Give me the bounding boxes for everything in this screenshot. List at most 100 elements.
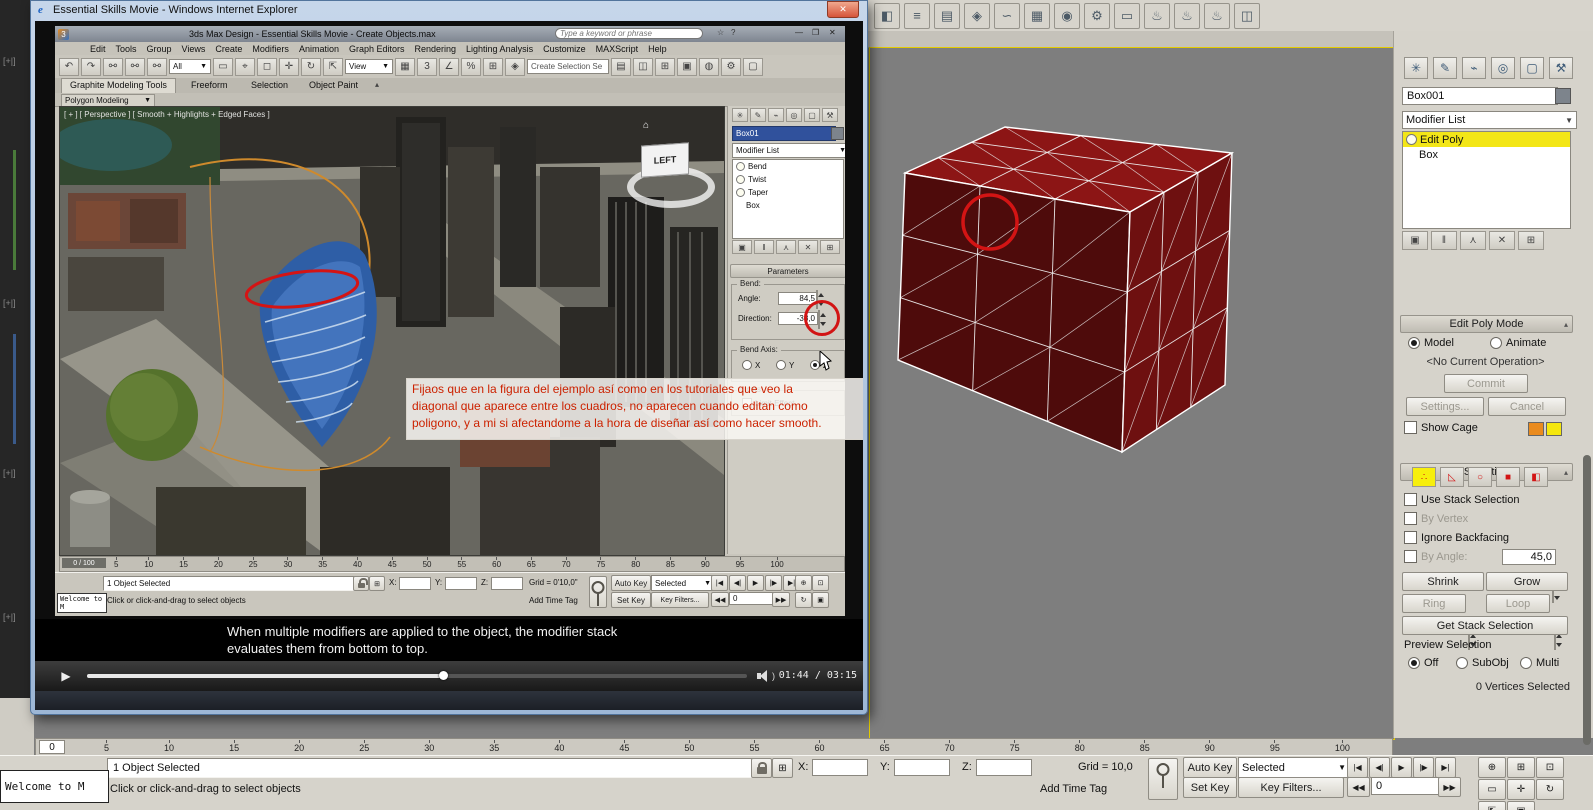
toolbar-icon[interactable]: ▤ <box>611 57 631 76</box>
border-subobject-icon[interactable]: ○ <box>1468 467 1492 487</box>
selection-lock-button[interactable] <box>353 576 369 591</box>
ignore-backfacing-checkbox[interactable]: Ignore Backfacing <box>1404 531 1509 544</box>
toolbar-icon[interactable]: ⚙ <box>1084 2 1110 29</box>
toolbar-icon[interactable]: ▦ <box>395 57 415 76</box>
toolbar-icon[interactable]: ✛ <box>279 57 299 76</box>
tab-freeform[interactable]: Freeform <box>183 80 236 90</box>
toolbar-icon[interactable]: ∠ <box>439 57 459 76</box>
current-frame-field[interactable]: 0 <box>1371 777 1445 795</box>
volume-icon[interactable] <box>757 669 772 683</box>
modifier-stack[interactable]: Edit Poly Box <box>1402 131 1571 229</box>
viewport[interactable] <box>869 47 1395 740</box>
named-selection-set-field[interactable]: Create Selection Se <box>527 59 609 74</box>
playback-button[interactable]: ▶ <box>747 575 764 591</box>
video-frame[interactable]: 3 3ds Max Design - Essential Skills Movi… <box>55 26 845 616</box>
command-panel-tab-icon[interactable]: ▢ <box>804 108 820 122</box>
toolbar-icon[interactable]: ⊞ <box>483 57 503 76</box>
play-button[interactable]: ▶ <box>55 665 77 687</box>
model-radio[interactable]: Model <box>1408 337 1454 349</box>
modifier-stack-item-editpoly[interactable]: Edit Poly <box>1403 132 1570 147</box>
stack-tool-icon[interactable]: ✕ <box>798 240 818 254</box>
viewport-nav-icon[interactable]: ✛ <box>1507 779 1535 800</box>
toolbar-icon[interactable]: ▤ <box>934 2 960 29</box>
command-panel-tab-icon[interactable]: ✳ <box>732 108 748 122</box>
viewport-nav-icon[interactable]: ⊡ <box>1536 757 1564 778</box>
element-subobject-icon[interactable]: ◧ <box>1524 467 1548 487</box>
set-key-button[interactable]: Set Key <box>611 592 651 608</box>
help-icon[interactable]: ? <box>731 28 735 37</box>
modifier-stack-item[interactable]: Bend <box>733 160 843 173</box>
toolbar-icon[interactable]: ◍ <box>699 57 719 76</box>
bulb-icon[interactable] <box>1406 134 1417 145</box>
next-key-button[interactable]: ▶▶ <box>772 592 790 607</box>
preview-subobj-radio[interactable]: SubObj <box>1456 657 1509 669</box>
auto-key-button[interactable]: Auto Key <box>611 575 651 591</box>
tab-graphite-modeling-tools[interactable]: Graphite Modeling Tools <box>61 78 176 94</box>
shrink-button[interactable]: Shrink <box>1402 572 1484 591</box>
minimize-button[interactable]: — <box>795 28 803 37</box>
viewport-nav-icon[interactable]: ▣ <box>1507 801 1535 810</box>
command-panel-tab-icon[interactable]: ⌁ <box>768 108 784 122</box>
rollout-parameters[interactable]: Parameters <box>730 264 845 278</box>
dock-item[interactable]: [+|] <box>3 56 16 66</box>
show-cage-checkbox[interactable]: Show Cage <box>1404 421 1478 434</box>
modifier-stack[interactable]: Bend Twist Taper Box <box>732 159 844 239</box>
close-button[interactable]: ✕ <box>829 28 836 37</box>
object-color-swatch[interactable] <box>1555 88 1571 104</box>
toolbar-icon[interactable]: ◫ <box>1234 2 1260 29</box>
command-panel-tab-icon[interactable]: ▢ <box>1520 57 1544 79</box>
absolute-mode-button[interactable]: ⊞ <box>772 758 793 778</box>
time-slider[interactable]: 0 / 100 <box>62 558 106 568</box>
menu-item[interactable]: MAXScript <box>591 44 644 54</box>
use-stack-selection-checkbox[interactable]: Use Stack Selection <box>1404 493 1519 506</box>
toolbar-icon[interactable]: ≡ <box>904 2 930 29</box>
viewcube-face-left[interactable]: LEFT <box>641 142 689 178</box>
viewport-nav-icon[interactable]: ⊕ <box>1478 757 1506 778</box>
preview-off-radio[interactable]: Off <box>1408 657 1438 669</box>
playback-button[interactable]: |▶ <box>1413 757 1434 778</box>
viewport-nav-icon[interactable]: ▣ <box>812 592 829 608</box>
playback-button[interactable]: ◀| <box>1369 757 1390 778</box>
ribbon-collapse-icon[interactable]: ▴ <box>375 80 379 89</box>
grow-button[interactable]: Grow <box>1486 572 1568 591</box>
toolbar-icon[interactable]: ◧ <box>874 2 900 29</box>
y-coordinate-field[interactable] <box>894 759 950 776</box>
command-panel-tab-icon[interactable]: ◎ <box>1491 57 1515 79</box>
selection-set-dropdown[interactable]: Selected ▼ <box>1238 757 1350 778</box>
by-vertex-checkbox[interactable]: By Vertex <box>1404 512 1468 525</box>
by-angle-field[interactable]: 45,0 <box>1502 549 1556 565</box>
z-coordinate-field[interactable] <box>976 759 1032 776</box>
command-panel-tab-icon[interactable]: ✎ <box>750 108 766 122</box>
ring-button[interactable]: Ring <box>1402 594 1466 613</box>
selection-lock-button[interactable] <box>751 758 772 778</box>
rollout-edit-poly-mode[interactable]: Edit Poly Mode ▴ <box>1400 315 1573 333</box>
auto-key-button[interactable]: Auto Key <box>1183 757 1237 778</box>
get-stack-selection-button[interactable]: Get Stack Selection <box>1402 616 1568 635</box>
set-key-button[interactable]: Set Key <box>1183 777 1237 798</box>
toolbar-icon[interactable]: ⚯ <box>103 57 123 76</box>
menu-item[interactable]: Group <box>142 44 177 54</box>
vertex-subobject-icon[interactable]: ∴ <box>1412 467 1436 487</box>
modifier-list-dropdown[interactable]: Modifier List ▼ <box>1402 111 1577 129</box>
menu-item[interactable]: Create <box>210 44 247 54</box>
modifier-list-dropdown[interactable]: Modifier List ▼ <box>732 143 845 158</box>
stack-tool-icon[interactable]: ⊞ <box>1518 231 1544 250</box>
command-panel-tab-icon[interactable]: ✳ <box>1404 57 1428 79</box>
video-viewport[interactable]: [ + ] [ Perspective ] [ Smooth + Highlig… <box>59 106 725 556</box>
toolbar-icon[interactable]: 3 <box>417 57 437 76</box>
toolbar-icon[interactable]: ↻ <box>301 57 321 76</box>
stack-tool-icon[interactable]: ⊞ <box>820 240 840 254</box>
cage-color-swatch-1[interactable] <box>1528 422 1544 436</box>
menu-item[interactable]: Customize <box>538 44 591 54</box>
toolbar-icon[interactable]: ♨ <box>1174 2 1200 29</box>
viewport-label[interactable]: [ + ] [ Perspective ] [ Smooth + Highlig… <box>64 110 270 119</box>
menu-item[interactable]: Edit <box>85 44 111 54</box>
modifier-stack-item[interactable]: Taper <box>733 186 843 199</box>
stack-tool-icon[interactable]: ▣ <box>1402 231 1428 250</box>
current-frame-field[interactable]: 0 <box>729 592 777 605</box>
object-color-swatch[interactable] <box>831 127 844 140</box>
toolbar-icon[interactable]: ▣ <box>677 57 697 76</box>
y-coordinate-field[interactable] <box>445 577 477 590</box>
toolbar-icon[interactable]: ▦ <box>1024 2 1050 29</box>
menu-item[interactable]: Graph Editors <box>344 44 410 54</box>
